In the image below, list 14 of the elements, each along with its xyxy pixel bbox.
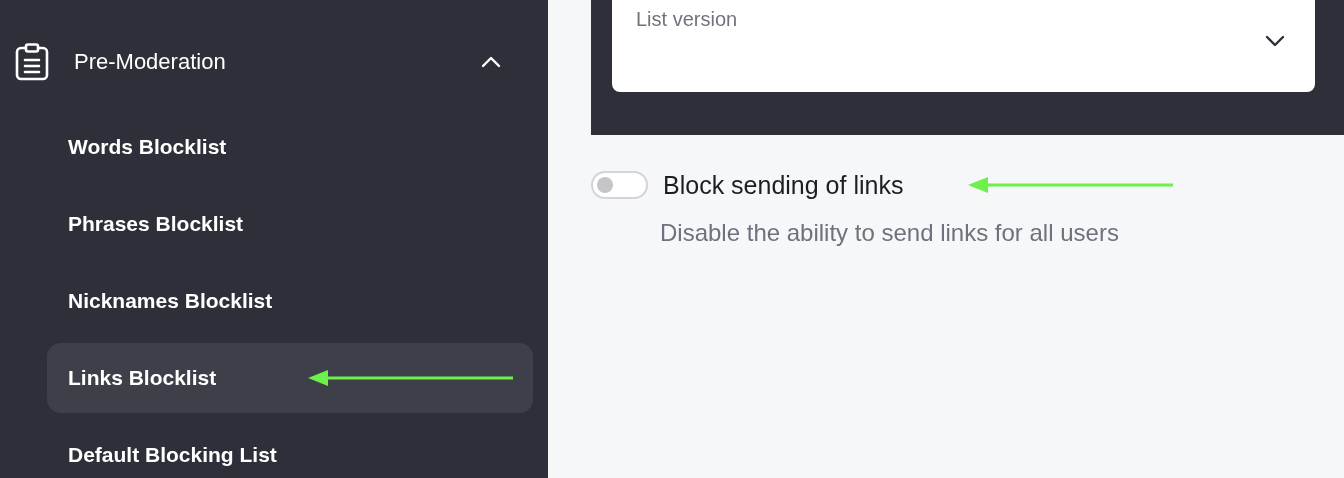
setting-description: Disable the ability to send links for all users <box>660 219 1120 247</box>
setting-label: Block sending of links <box>663 170 904 200</box>
sidebar-item[interactable]: Links Blocklist <box>47 343 533 413</box>
clipboard-icon <box>15 43 49 81</box>
chevron-down-icon <box>1265 35 1285 47</box>
sidebar-item[interactable]: Nicknames Blocklist <box>47 266 533 336</box>
toggle-switch[interactable] <box>591 171 648 199</box>
sidebar-item[interactable]: Words Blocklist <box>47 112 533 182</box>
list-version-select[interactable]: List version <box>612 0 1315 92</box>
section-header[interactable]: Pre-Moderation <box>15 41 533 83</box>
section-title: Pre-Moderation <box>74 49 227 75</box>
select-placeholder: List version <box>636 8 738 30</box>
sidebar-item[interactable]: Phrases Blocklist <box>47 189 533 259</box>
sidebar-item[interactable]: Default Blocking List <box>47 420 533 478</box>
